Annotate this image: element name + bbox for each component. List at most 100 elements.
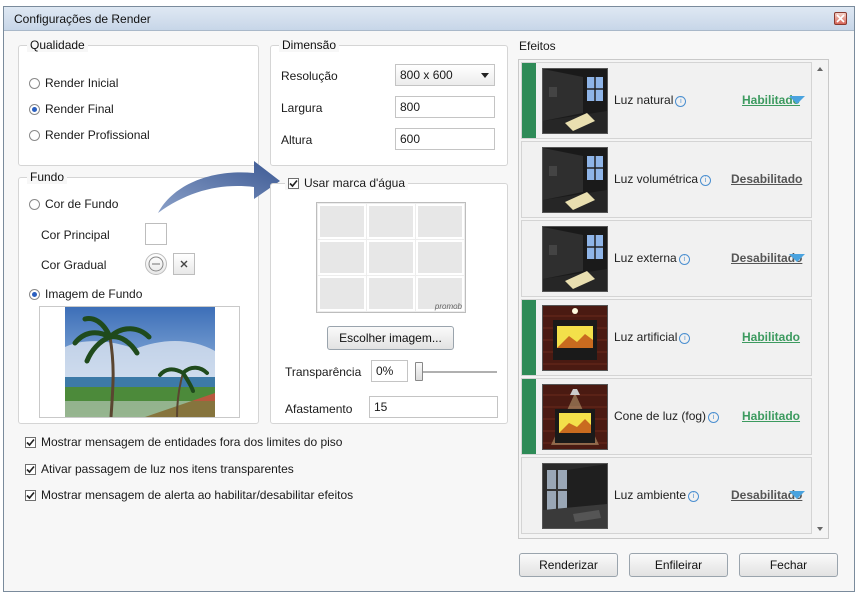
resolution-select[interactable]: 800 x 600: [395, 64, 495, 86]
watermark-checkbox[interactable]: Usar marca d'água: [285, 176, 409, 190]
effect-name: Luz externa i: [614, 251, 690, 265]
option-checkbox-floor-limits[interactable]: Mostrar mensagem de entidades fora dos l…: [25, 435, 342, 449]
chevron-down-icon: [481, 73, 489, 78]
transparency-input[interactable]: 0%: [371, 360, 408, 382]
effect-item[interactable]: Cone de luz (fog) i Habilitado: [521, 378, 812, 455]
close-icon: [836, 14, 845, 23]
gradient-color-button[interactable]: [145, 253, 167, 275]
effect-name: Luz natural i: [614, 93, 687, 107]
expand-arrow-icon[interactable]: [789, 96, 805, 104]
radio-indicator: [29, 288, 40, 300]
render-button[interactable]: Renderizar: [519, 553, 618, 577]
quality-legend: Qualidade: [27, 38, 88, 52]
effect-status-link[interactable]: Habilitado: [742, 330, 800, 344]
effect-status-link[interactable]: Habilitado: [742, 409, 800, 423]
effect-name-text: Luz artificial: [614, 330, 678, 344]
resolution-value: 800 x 600: [400, 68, 453, 82]
info-icon[interactable]: i: [675, 96, 687, 107]
effect-name-text: Luz externa: [614, 251, 677, 265]
check-icon: [26, 491, 35, 499]
clear-gradient-button[interactable]: [173, 253, 195, 275]
curved-arrow-icon: [158, 161, 280, 213]
scroll-up-icon[interactable]: [813, 64, 827, 74]
info-icon[interactable]: i: [708, 412, 720, 423]
effect-item[interactable]: Luz ambiente i Desabilitado: [521, 457, 812, 534]
checkbox-indicator: [25, 436, 36, 448]
render-settings-window: Configurações de Render Qualidade Render…: [3, 6, 855, 592]
dimension-legend: Dimensão: [279, 38, 340, 52]
height-label: Altura: [281, 133, 313, 147]
effect-name-text: Luz natural: [614, 93, 674, 107]
effects-label: Efeitos: [519, 39, 556, 53]
option-checkbox-effect-alert[interactable]: Mostrar mensagem de alerta ao habilitar/…: [25, 488, 353, 502]
check-icon: [289, 179, 298, 187]
transparency-slider-thumb[interactable]: [415, 362, 423, 381]
watermark-preview: promob: [316, 202, 466, 313]
distance-label: Afastamento: [285, 402, 353, 416]
info-icon[interactable]: i: [678, 254, 690, 265]
gradient-color-label: Cor Gradual: [41, 258, 107, 272]
effect-name: Luz artificial i: [614, 330, 691, 344]
transparency-slider-track[interactable]: [415, 371, 497, 374]
radio-render-professional[interactable]: Render Profissional: [29, 128, 150, 142]
check-icon: [26, 465, 35, 473]
info-icon[interactable]: i: [700, 175, 712, 186]
choose-image-button[interactable]: Escolher imagem...: [327, 326, 454, 350]
close-icon: [180, 260, 188, 268]
close-button[interactable]: Fechar: [739, 553, 838, 577]
effect-status-bar: [522, 300, 536, 375]
option-label: Ativar passagem de luz nos itens transpa…: [41, 462, 294, 476]
resolution-label: Resolução: [281, 69, 338, 83]
scroll-down-icon[interactable]: [813, 524, 827, 534]
effect-item[interactable]: Luz artificial i Habilitado: [521, 299, 812, 376]
width-input[interactable]: 800: [395, 96, 495, 118]
effect-status-bar: [522, 142, 536, 217]
effect-item[interactable]: Luz externa i Desabilitado: [521, 220, 812, 297]
dimension-group: Dimensão Resolução 800 x 600 Largura 800…: [270, 38, 508, 166]
option-label: Mostrar mensagem de entidades fora dos l…: [41, 435, 343, 449]
effect-name: Luz ambiente i: [614, 488, 700, 502]
beach-photo-image: [65, 307, 215, 417]
effect-status-bar: [522, 379, 536, 454]
option-checkbox-light-transparent[interactable]: Ativar passagem de luz nos itens transpa…: [25, 462, 294, 476]
background-image-preview: [39, 306, 240, 418]
queue-button[interactable]: Enfileirar: [629, 553, 728, 577]
effect-item[interactable]: Luz natural i Habilitado: [521, 62, 812, 139]
effect-item[interactable]: Luz volumétrica i Desabilitado: [521, 141, 812, 218]
effect-status-bar: [522, 221, 536, 296]
radio-label: Imagem de Fundo: [45, 287, 143, 301]
effect-thumbnail: [542, 384, 608, 450]
effect-name-text: Luz ambiente: [614, 488, 687, 502]
main-color-swatch[interactable]: [145, 223, 167, 245]
close-window-button[interactable]: [834, 12, 847, 25]
radio-render-final[interactable]: Render Final: [29, 102, 114, 116]
effect-status-link[interactable]: Desabilitado: [731, 172, 802, 186]
effect-name: Luz volumétrica i: [614, 172, 712, 186]
expand-arrow-icon[interactable]: [789, 491, 805, 499]
watermark-checkbox-label: Usar marca d'água: [304, 176, 406, 190]
background-legend: Fundo: [27, 170, 68, 184]
expand-arrow-icon[interactable]: [789, 254, 805, 262]
watermark-grid-icon: [318, 204, 464, 311]
radio-label: Render Inicial: [45, 76, 119, 90]
width-label: Largura: [281, 101, 323, 115]
minus-circle-icon: [148, 256, 164, 272]
main-color-label: Cor Principal: [41, 228, 110, 242]
radio-indicator: [29, 103, 40, 115]
checkbox-indicator: [25, 463, 36, 475]
window-title: Configurações de Render: [14, 12, 151, 26]
radio-render-initial[interactable]: Render Inicial: [29, 76, 118, 90]
distance-input[interactable]: 15: [369, 396, 498, 418]
effect-name: Cone de luz (fog) i: [614, 409, 720, 423]
height-input[interactable]: 600: [395, 128, 495, 150]
watermark-preview-text: promob: [434, 302, 462, 311]
radio-label: Cor de Fundo: [45, 197, 119, 211]
effects-scrollbar[interactable]: [813, 61, 827, 537]
radio-background-color[interactable]: Cor de Fundo: [29, 197, 118, 211]
checkbox-indicator: [288, 177, 299, 189]
info-icon[interactable]: i: [688, 491, 700, 502]
info-icon[interactable]: i: [679, 333, 691, 344]
radio-indicator: [29, 77, 40, 89]
radio-background-image[interactable]: Imagem de Fundo: [29, 287, 142, 301]
radio-indicator: [29, 129, 40, 141]
